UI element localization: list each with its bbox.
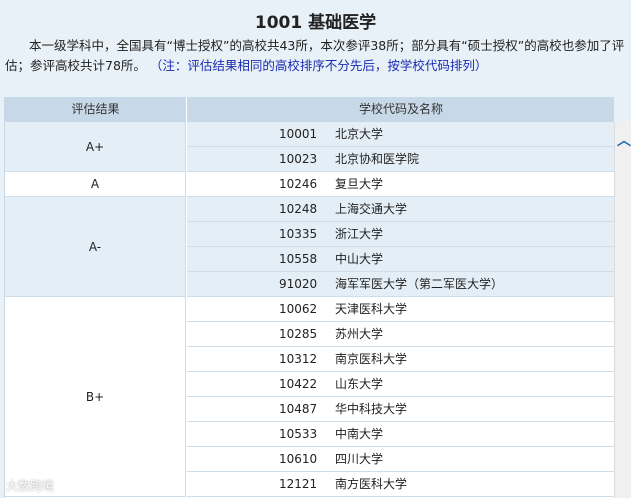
table-header: 评估结果 学校代码及名称 (5, 97, 615, 122)
table-row: 10285 苏州大学 (187, 322, 615, 347)
school-code: 10422 (279, 377, 318, 391)
school-name: 南方医科大学 (335, 477, 408, 491)
table-row: 10533 中南大学 (187, 422, 615, 447)
intro-note: （注：评估结果相同的高校排序不分先后，按学校代码排列） (149, 58, 488, 73)
results-table: 评估结果 学校代码及名称 A+ 10001 北京大学 10023 北京协和医学院 A 102… (4, 97, 615, 498)
chevron-up-icon[interactable]: ︿ (617, 134, 631, 148)
school-code: 10246 (279, 177, 318, 191)
grade-cell: A- (5, 197, 186, 297)
header-school: 学校代码及名称 (358, 102, 443, 116)
school-name: 天津医科大学 (335, 302, 408, 316)
scrollbar-top-gap (614, 97, 631, 122)
school-code: 10062 (279, 302, 318, 316)
table-row: 12121 南方医科大学 (187, 472, 615, 497)
table-row: 10610 四川大学 (187, 447, 615, 472)
school-code: 10558 (279, 252, 318, 266)
table-row: 10422 山东大学 (187, 372, 615, 397)
table-row: 10062 天津医科大学 (187, 297, 615, 322)
school-code: 91020 (279, 277, 318, 291)
table-row: 91020 海军军医大学（第二军医大学） (187, 272, 615, 297)
table-row: 10248 上海交通大学 (187, 197, 615, 222)
school-name: 南京医科大学 (335, 352, 408, 366)
school-name: 海军军医大学（第二军医大学） (335, 277, 504, 291)
school-code: 10312 (279, 352, 318, 366)
vertical-scrollbar[interactable]: ︿ (614, 122, 631, 498)
school-name: 复旦大学 (335, 177, 384, 191)
school-name: 四川大学 (335, 452, 384, 466)
watermark: 大数跨境 (6, 479, 55, 493)
table-row: 10558 中山大学 (187, 247, 615, 272)
school-code: 10023 (279, 152, 318, 166)
grade-cell: A (5, 172, 186, 197)
grade-cell: B+ (5, 297, 186, 497)
school-name: 苏州大学 (335, 327, 384, 341)
school-name: 上海交通大学 (335, 202, 408, 216)
school-name: 中南大学 (335, 427, 384, 441)
school-name: 山东大学 (335, 377, 384, 391)
intro-paragraph: 本一级学科中，全国具有“博士授权”的高校共43所，本次参评38所；部分具有“硕士… (5, 36, 627, 76)
school-name: 北京大学 (335, 127, 384, 141)
school-code: 10335 (279, 227, 318, 241)
school-code: 10610 (279, 452, 318, 466)
school-name: 浙江大学 (335, 227, 384, 241)
school-code: 10285 (279, 327, 318, 341)
table-row: 10335 浙江大学 (187, 222, 615, 247)
school-code: 10248 (279, 202, 318, 216)
school-code: 12121 (279, 477, 318, 491)
school-name: 华中科技大学 (335, 402, 408, 416)
table-row: 10001 北京大学 (187, 122, 615, 147)
table-row: 10487 华中科技大学 (187, 397, 615, 422)
school-name: 北京协和医学院 (335, 152, 420, 166)
table-row: 10312 南京医科大学 (187, 347, 615, 372)
table-row: 10246 复旦大学 (187, 172, 615, 197)
school-code: 10001 (279, 127, 318, 141)
page-title: 1001 基础医学 (254, 13, 377, 33)
header-grade: 评估结果 (5, 97, 187, 122)
grade-cell: A+ (5, 122, 186, 172)
school-code: 10533 (279, 427, 318, 441)
school-name: 中山大学 (335, 252, 384, 266)
table-row: 10023 北京协和医学院 (187, 147, 615, 172)
school-code: 10487 (279, 402, 318, 416)
